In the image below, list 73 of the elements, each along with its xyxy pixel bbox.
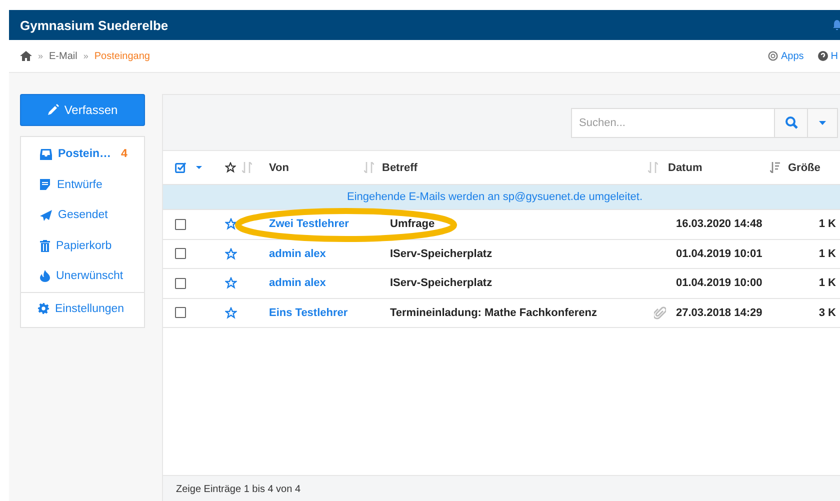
star-icon[interactable] [225, 306, 237, 319]
size-cell-text: 1 K [818, 218, 836, 230]
breadcrumb-separator: » [38, 51, 44, 61]
folder-label: Papierkorb [56, 240, 112, 252]
paper-plane-icon [40, 210, 52, 221]
date-cell-text: 01.04.2019 10:00 [676, 277, 764, 290]
size-cell-text: 1 K [818, 277, 836, 290]
subject-cell: IServ-Speicherplatz [390, 277, 492, 290]
subject-cell: Termineinladung: Mathe Fachkonferenz [390, 306, 597, 319]
search-field[interactable]: Suchen... [571, 108, 775, 138]
size-cell-text: 3 K [818, 306, 836, 319]
date-cell-text: 01.04.2019 10:01 [676, 248, 764, 260]
caret-icon [819, 120, 826, 124]
inbox-icon [40, 148, 52, 160]
search-button[interactable] [775, 108, 808, 138]
folder-label: Gesendet [58, 209, 108, 222]
forwarding-notice: Eingehende E-Mails werden an sp@gysuenet.de umgeleitet. [163, 185, 840, 210]
apps-icon[interactable] [768, 51, 778, 61]
column-header[interactable]: Von [269, 162, 289, 174]
size-cell-text: 1 K [818, 248, 836, 260]
compose-button[interactable]: Verfassen [20, 94, 145, 126]
sender-cell-text: Eins Testlehrer [269, 306, 349, 319]
breadcrumb-link[interactable]: E-Mail [49, 50, 78, 62]
gear-icon [38, 303, 49, 314]
folder-item[interactable]: Papierkorb [21, 230, 144, 261]
mail-row[interactable]: admin alex IServ-Speicherplatz 01.04.2019 10:01 1 K [163, 240, 840, 269]
top-link[interactable]: Apps [780, 50, 804, 62]
home-icon[interactable] [20, 51, 32, 61]
folder-label: Entwürfe [57, 178, 102, 191]
folder-item[interactable]: Postein… 4 [21, 139, 144, 170]
star-icon[interactable] [225, 162, 236, 173]
breadcrumb-separator: » [83, 51, 88, 61]
star-icon[interactable] [225, 277, 237, 290]
star-icon[interactable] [225, 248, 237, 260]
pencil-icon [47, 104, 60, 116]
site-title: Gymnasium Suederelbe [20, 18, 168, 32]
sender-cell-text: admin alex [269, 277, 327, 290]
settings-link[interactable]: Einstellungen [21, 292, 144, 324]
bell-icon[interactable] [833, 19, 840, 31]
entries-info: Zeige Einträge 1 bis 4 von 4 [176, 484, 301, 494]
help-icon[interactable] [818, 51, 828, 61]
subject-cell: IServ-Speicherplatz [390, 248, 492, 260]
row-checkbox[interactable] [175, 248, 186, 260]
folder-item[interactable]: Gesendet [21, 200, 144, 230]
unread-count: 4 [121, 148, 128, 160]
star-icon[interactable] [225, 218, 237, 230]
mail-row[interactable]: Eins Testlehrer Termineinladung: Mathe Fachkonferenz 27.03.2018 14:29 3 K [163, 298, 840, 328]
row-checkbox[interactable] [175, 218, 186, 230]
folder-item[interactable]: Unerwünscht [21, 261, 144, 292]
sender-cell-text: Zwei Testlehrer [269, 218, 350, 230]
row-checkbox[interactable] [175, 278, 186, 289]
row-checkbox[interactable] [175, 307, 186, 318]
mail-row[interactable]: admin alex IServ-Speicherplatz 01.04.2019 10:00 1 K [163, 269, 840, 298]
document-icon [40, 179, 51, 190]
column-header[interactable]: Größe [788, 162, 820, 174]
top-link[interactable]: H [830, 50, 838, 62]
search-icon [784, 116, 798, 129]
sender-cell-text: admin alex [269, 248, 327, 260]
date-cell-text: 27.03.2018 14:29 [676, 306, 764, 319]
trash-icon [40, 240, 50, 252]
column-header[interactable]: Betreff [382, 162, 418, 174]
subject-cell: Umfrage [390, 218, 435, 230]
folder-item[interactable]: Entwürfe [21, 170, 144, 200]
breadcrumb-link[interactable]: Posteingang [94, 50, 150, 62]
column-header[interactable]: Datum [668, 162, 702, 174]
flame-icon [40, 270, 50, 282]
sort-descending-icon[interactable] [770, 162, 780, 173]
folder-label: Unerwünscht [56, 270, 124, 282]
folder-label: Postein… [58, 148, 112, 160]
select-all-icon[interactable] [175, 162, 186, 173]
date-cell-text: 16.03.2020 14:48 [676, 218, 764, 230]
caret-icon[interactable] [196, 166, 202, 169]
mail-row[interactable]: Zwei Testlehrer Umfrage 16.03.2020 14:48 1 K [163, 210, 840, 240]
